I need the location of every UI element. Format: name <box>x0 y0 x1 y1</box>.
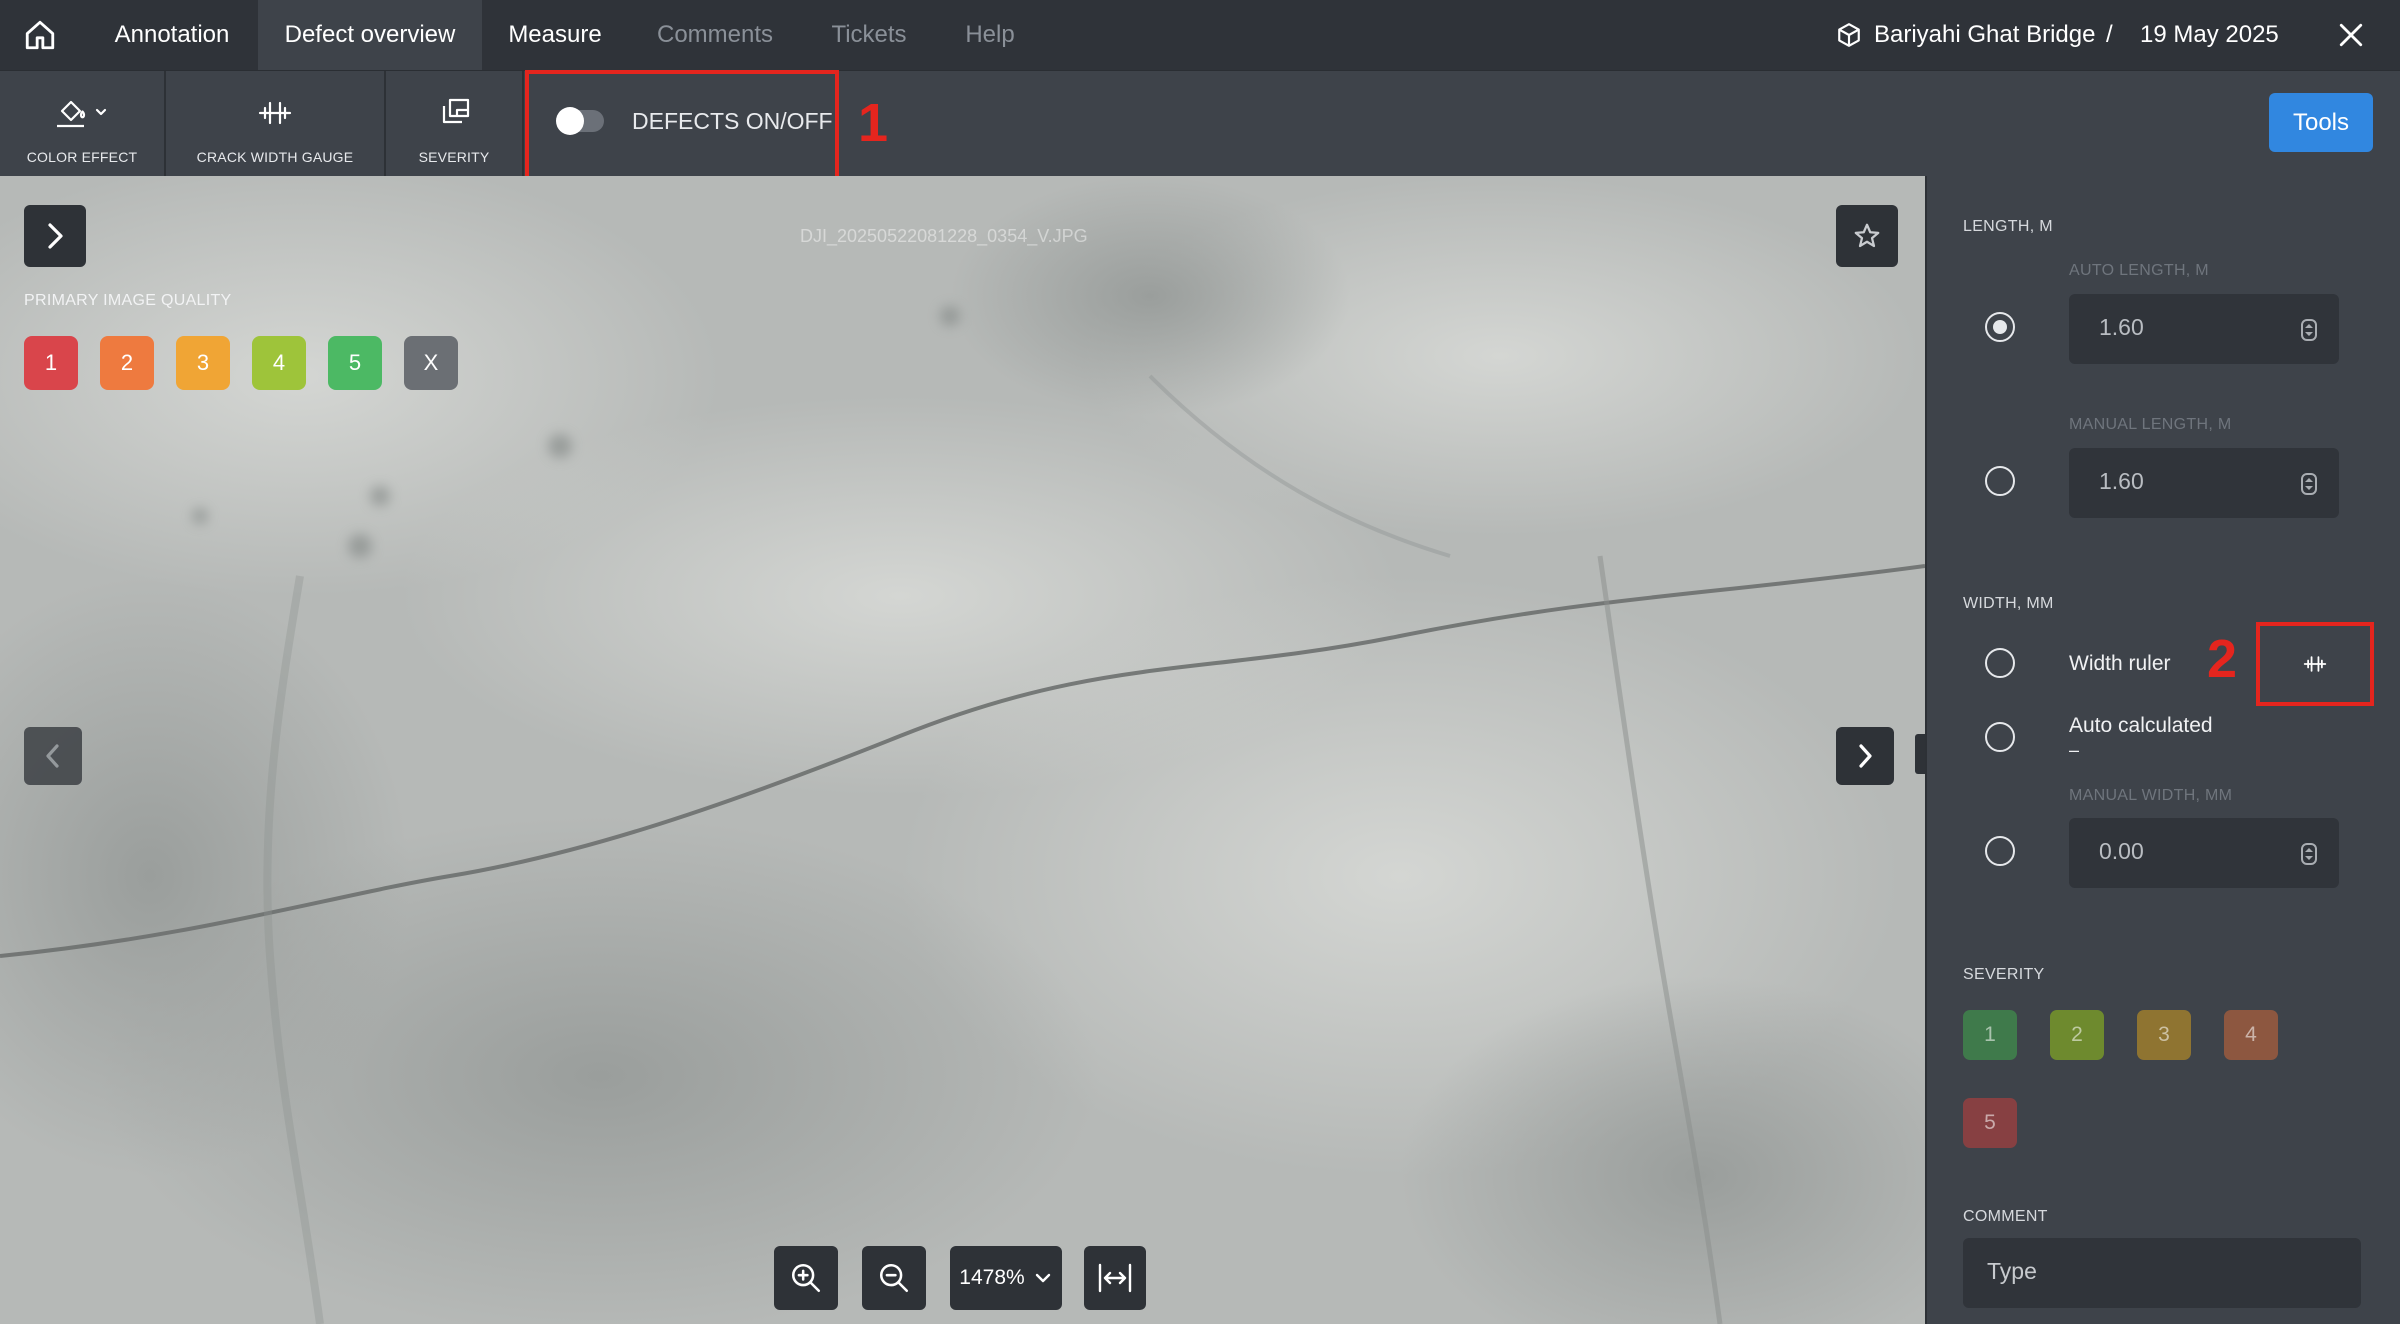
next-image-button[interactable] <box>1836 727 1894 785</box>
zoom-out-icon <box>879 1263 909 1293</box>
toolbar: COLOR EFFECT CRACK WIDTH GAUGE SEVERITY <box>0 70 2400 177</box>
star-icon <box>1854 223 1880 248</box>
crack-gauge-icon <box>258 97 292 134</box>
home-icon <box>25 20 55 50</box>
breadcrumb-separator: / <box>2106 21 2113 48</box>
width-section-label: WIDTH, MM <box>1963 595 2054 612</box>
annotation-marker-1: 1 <box>858 93 889 153</box>
quality-button-1[interactable]: 1 <box>24 336 78 390</box>
severity-button-4[interactable]: 4 <box>2224 1010 2278 1060</box>
length-section-label: LENGTH, M <box>1963 218 2053 235</box>
auto-calculated-radio[interactable] <box>1985 722 2015 752</box>
comment-section-label: COMMENT <box>1963 1208 2048 1225</box>
expand-panel-button[interactable] <box>24 205 86 267</box>
auto-calculated-value: – <box>2069 740 2080 760</box>
spinner-icon[interactable] <box>2301 843 2317 865</box>
quality-button-3[interactable]: 3 <box>176 336 230 390</box>
spinner-icon[interactable] <box>2301 473 2317 495</box>
severity-tool-button[interactable]: SEVERITY <box>386 71 522 177</box>
tab-defect-overview[interactable]: Defect overview <box>258 0 482 70</box>
width-ruler-radio[interactable] <box>1985 648 2015 678</box>
tools-button[interactable]: Tools <box>2269 93 2373 152</box>
color-effect-label: COLOR EFFECT <box>26 149 138 165</box>
manual-width-radio[interactable] <box>1985 836 2015 866</box>
inspection-date[interactable]: 19 May 2025 <box>2140 0 2279 70</box>
quality-button-2[interactable]: 2 <box>100 336 154 390</box>
zoom-in-button[interactable] <box>774 1246 838 1310</box>
spinner-icon[interactable] <box>2301 319 2317 341</box>
severity-button-5[interactable]: 5 <box>1963 1098 2017 1148</box>
tab-tickets[interactable]: Tickets <box>810 0 928 70</box>
tab-annotation[interactable]: Annotation <box>92 0 252 70</box>
layers-icon <box>438 97 472 132</box>
auto-length-radio[interactable] <box>1985 312 2015 342</box>
chevron-left-icon <box>46 744 59 768</box>
favorite-button[interactable] <box>1836 205 1898 267</box>
manual-length-radio[interactable] <box>1985 466 2015 496</box>
severity-button-2[interactable]: 2 <box>2050 1010 2104 1060</box>
manual-width-value: 0.00 <box>2099 838 2144 864</box>
cube-icon <box>1838 23 1860 47</box>
crack-width-gauge-button[interactable]: CRACK WIDTH GAUGE <box>166 71 384 177</box>
severity-button-1[interactable]: 1 <box>1963 1010 2017 1060</box>
zoom-in-icon <box>791 1263 821 1293</box>
fit-width-icon <box>1098 1263 1132 1293</box>
comment-input[interactable]: Type <box>1963 1238 2361 1308</box>
zoom-level-select[interactable]: 1478% <box>950 1246 1062 1310</box>
severity-button-3[interactable]: 3 <box>2137 1010 2191 1060</box>
tab-help[interactable]: Help <box>950 0 1030 70</box>
auto-length-value: 1.60 <box>2099 314 2144 340</box>
width-ruler-button[interactable] <box>2293 648 2337 680</box>
image-filename: DJI_20250522081228_0354_V.JPG <box>800 226 1088 246</box>
structure-breadcrumb[interactable]: Bariyahi Ghat Bridge <box>1836 0 2095 70</box>
home-button[interactable] <box>0 0 80 70</box>
manual-width-field[interactable]: 0.00 <box>2069 818 2339 888</box>
tab-measure[interactable]: Measure <box>486 0 624 70</box>
top-nav: Annotation Defect overview Measure Comme… <box>0 0 2400 70</box>
image-viewer[interactable]: DJI_20250522081228_0354_V.JPG PRIMARY IM… <box>0 176 1925 1324</box>
manual-width-label: MANUAL WIDTH, MM <box>2069 787 2233 804</box>
structure-name: Bariyahi Ghat Bridge <box>1874 21 2096 48</box>
chevron-right-icon <box>48 223 63 249</box>
zoom-out-button[interactable] <box>862 1246 926 1310</box>
color-effect-button[interactable]: COLOR EFFECT <box>0 71 164 177</box>
manual-length-label: MANUAL LENGTH, M <box>2069 416 2232 433</box>
width-ruler-label: Width ruler <box>2069 652 2171 675</box>
quality-button-x[interactable]: X <box>404 336 458 390</box>
close-icon <box>2339 23 2363 47</box>
manual-length-value: 1.60 <box>2099 468 2144 494</box>
tab-comments[interactable]: Comments <box>640 0 790 70</box>
paint-bucket-icon <box>54 97 110 134</box>
zoom-level-value: 1478% <box>959 1266 1025 1289</box>
annotation-marker-2: 2 <box>2207 629 2238 689</box>
severity-tool-label: SEVERITY <box>418 149 490 165</box>
auto-length-field[interactable]: 1.60 <box>2069 294 2339 364</box>
quality-button-4[interactable]: 4 <box>252 336 306 390</box>
chevron-down-icon <box>1035 1273 1050 1283</box>
manual-length-field[interactable]: 1.60 <box>2069 448 2339 518</box>
chevron-right-icon <box>1859 744 1872 768</box>
severity-section-label: SEVERITY <box>1963 966 2045 983</box>
previous-image-button[interactable] <box>24 727 82 785</box>
quality-button-5[interactable]: 5 <box>328 336 382 390</box>
fit-width-button[interactable] <box>1084 1246 1146 1310</box>
auto-length-label: AUTO LENGTH, M <box>2069 262 2209 279</box>
close-button[interactable] <box>2302 0 2400 70</box>
auto-calculated-label: Auto calculated <box>2069 714 2213 737</box>
measure-panel: LENGTH, M AUTO LENGTH, M 1.60 MANUAL LEN… <box>1925 176 2400 1324</box>
panel-resize-handle[interactable] <box>1915 734 1925 774</box>
annotation-box-1 <box>525 70 839 180</box>
image-quality-label: PRIMARY IMAGE QUALITY <box>24 292 232 309</box>
crack-gauge-icon <box>2303 656 2327 672</box>
crack-width-gauge-label: CRACK WIDTH GAUGE <box>196 149 354 165</box>
